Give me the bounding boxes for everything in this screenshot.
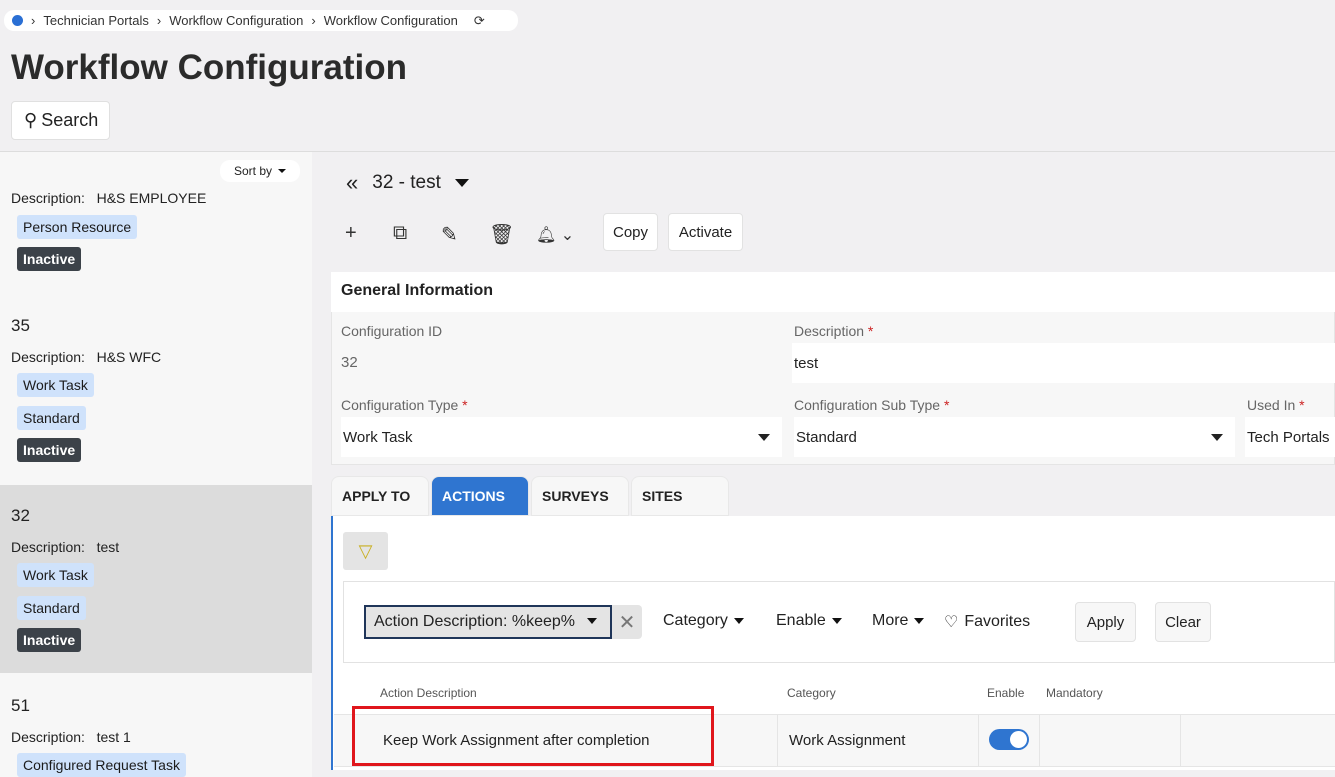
list-item[interactable]: Description: H&S EMPLOYEE Person Resourc…	[0, 190, 312, 280]
used-in-select[interactable]: Tech Portals	[1245, 417, 1335, 457]
record-dropdown-icon[interactable]	[454, 178, 469, 194]
type-tag: Configured Request Task	[17, 753, 186, 777]
column-header[interactable]: Enable	[987, 686, 1024, 700]
category-cell: Work Assignment	[789, 732, 906, 749]
list-item-selected[interactable]: 32 Description: test Work Task Standard …	[0, 485, 312, 673]
breadcrumb-item[interactable]: Technician Portals	[43, 13, 149, 28]
configuration-type-select[interactable]: Work Task	[341, 417, 782, 457]
tab-sites[interactable]: SITES	[631, 476, 729, 516]
more-filter[interactable]: More	[872, 612, 925, 630]
clear-filter-icon[interactable]: ✕	[612, 605, 642, 639]
subtype-tag: Standard	[17, 406, 86, 430]
refresh-icon[interactable]: ⟳	[474, 13, 485, 29]
column-header[interactable]: Action Description	[380, 686, 477, 700]
record-header: « 32 - test	[346, 170, 469, 196]
enable-toggle[interactable]	[989, 729, 1029, 750]
category-filter[interactable]: Category	[663, 612, 744, 630]
chevron-down-icon	[1211, 434, 1223, 447]
config-id-value: 32	[341, 354, 358, 371]
add-icon[interactable]: +	[345, 222, 357, 245]
status-badge: Inactive	[17, 247, 82, 271]
sort-by-button[interactable]: Sort by	[220, 160, 300, 182]
column-header[interactable]: Mandatory	[1046, 686, 1103, 700]
subtype-tag: Standard	[17, 596, 86, 620]
record-title: 32 - test	[372, 172, 441, 193]
breadcrumb-item[interactable]: Workflow Configuration	[324, 13, 458, 28]
search-icon: ⚲	[24, 110, 38, 130]
section-title: General Information	[331, 272, 1335, 312]
breadcrumb: › Technician Portals › Workflow Configurat…	[4, 10, 518, 31]
tab-apply-to[interactable]: APPLY TO	[331, 476, 429, 516]
chevron-down-icon	[758, 434, 770, 447]
enable-filter[interactable]: Enable	[776, 612, 842, 630]
home-icon[interactable]	[12, 15, 23, 26]
filter-button[interactable]: ▽	[343, 532, 388, 570]
list-item[interactable]: 35 Description: H&S WFC Work Task Standa…	[0, 295, 312, 485]
breadcrumb-item[interactable]: Workflow Configuration	[169, 13, 303, 28]
duplicate-icon[interactable]: ⧉	[393, 222, 407, 245]
tab-actions[interactable]: ACTIONS	[431, 476, 529, 516]
column-header[interactable]: Category	[787, 686, 836, 700]
action-description-filter[interactable]: Action Description: %keep%	[364, 605, 612, 639]
caret-down-icon	[586, 618, 597, 629]
type-tag: Person Resource	[17, 215, 138, 239]
type-tag: Work Task	[17, 373, 94, 397]
page-title: Workflow Configuration	[11, 48, 407, 87]
filter-icon: ▽	[358, 540, 373, 561]
caret-down-icon	[278, 169, 286, 177]
highlight-box	[352, 706, 714, 766]
clear-button[interactable]: Clear	[1155, 602, 1211, 642]
description-input[interactable]: test	[792, 343, 1335, 383]
search-button[interactable]: ⚲ Search	[11, 101, 110, 140]
collapse-icon[interactable]: «	[346, 170, 358, 196]
heart-icon: ♡	[944, 614, 959, 631]
status-badge: Inactive	[17, 628, 82, 652]
status-badge: Inactive	[17, 438, 82, 462]
tab-surveys[interactable]: SURVEYS	[531, 476, 629, 516]
configuration-sub-type-select[interactable]: Standard	[794, 417, 1235, 457]
copy-button[interactable]: Copy	[603, 213, 658, 251]
delete-icon[interactable]: 🗑	[489, 222, 514, 247]
bell-icon[interactable]: 🔔︎ ⌄	[536, 225, 574, 245]
favorites-button[interactable]: ♡ Favorites	[944, 612, 1030, 632]
list-item[interactable]: 51 Description: test 1 Configured Reques…	[0, 675, 312, 777]
edit-icon[interactable]: ✎	[441, 222, 458, 247]
apply-button[interactable]: Apply	[1075, 602, 1136, 642]
type-tag: Work Task	[17, 563, 94, 587]
activate-button[interactable]: Activate	[668, 213, 743, 251]
